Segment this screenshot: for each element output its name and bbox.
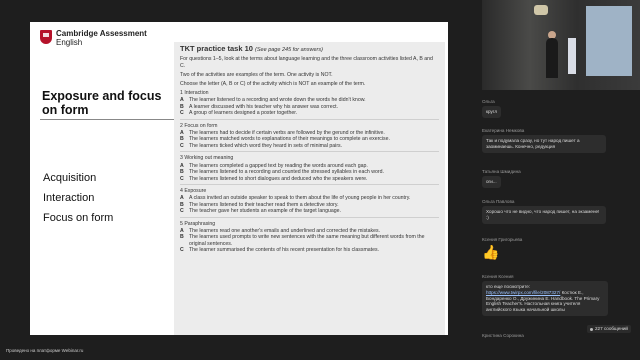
chat-message: Ольга кругл: [482, 99, 502, 118]
chat-message: Татьяна Шмидина оги...: [482, 169, 521, 188]
question-block: 1 Interaction A The learner listened to a…: [180, 90, 439, 117]
question-head: 5 Paraphrasing: [180, 220, 216, 227]
webinar-window: Cambridge Assessment English Exposure an…: [0, 0, 640, 360]
chevron-down-icon: [590, 327, 593, 331]
question-head: 4 Exposure: [180, 187, 207, 194]
question-head: 1 Interaction: [180, 90, 209, 97]
topic-item: Acquisition: [43, 172, 97, 184]
task-intro: Choose the letter (A, B or C) of the act…: [180, 80, 366, 87]
question-head: 3 Working out meaning: [180, 155, 234, 162]
title-divider: [40, 119, 177, 120]
slide-topic-list: Acquisition Interaction Focus on form: [43, 168, 113, 228]
message-text: Так и подумала сразу, но тут народ пишет…: [482, 135, 606, 153]
projector-screen: [586, 6, 632, 76]
topic-item: Focus on form: [43, 212, 114, 224]
ceiling-lamp: [534, 5, 548, 15]
tkt-practice-task: TKT practice task 10 (See page 245 for a…: [174, 42, 445, 335]
banner-stand: [568, 38, 576, 74]
task-title: TKT practice task 10 (See page 245 for a…: [180, 44, 323, 53]
logo-line-1: Cambridge Assessment: [56, 29, 147, 38]
question-block: 2 Focus on form A The learners had to dec…: [180, 123, 439, 150]
platform-footer: Проведено на платформе Webinar.ru: [6, 348, 84, 353]
message-link[interactable]: https://www.twirpx.com/file/2087327/: [486, 290, 560, 295]
logo-line-2: English: [56, 38, 83, 47]
chat-message: Кристина Сорокина: [482, 333, 524, 338]
question-block: 4 Exposure AA class invited an outside s…: [180, 188, 439, 215]
task-intro: For questions 1–5, look at the terms abo…: [180, 56, 433, 69]
speaker-video[interactable]: [482, 0, 640, 90]
message-author: Екатерина Немкова: [482, 128, 525, 133]
message-author: Ольга: [482, 99, 495, 104]
thumbs-up-icon: 👍: [482, 244, 500, 260]
divider: [180, 216, 439, 218]
option-row: B The learners used prompts to write new …: [180, 234, 425, 247]
message-text: кругл: [482, 106, 502, 118]
speaker-figure: [546, 38, 558, 78]
cambridge-logo: Cambridge Assessment English: [40, 29, 147, 47]
topic-item: Interaction: [43, 192, 95, 204]
chat-message: Ксения Ксения кто еще посмотрите: https:…: [482, 274, 608, 316]
task-intro: Two of the activities are examples of th…: [180, 71, 333, 78]
message-author: Кристина Сорокина: [482, 333, 524, 338]
divider: [180, 151, 439, 153]
chat-message: Екатерина Немкова Так и подумала сразу, …: [482, 128, 606, 153]
option-row: C The learners ticked which word they hea…: [180, 142, 343, 149]
message-author: Татьяна Шмидина: [482, 169, 521, 174]
divider: [180, 183, 439, 185]
message-author: Ольга Павлова: [482, 199, 515, 204]
message-author: Ксения Ксения: [482, 274, 514, 279]
question-block: 3 Working out meaning A The learners comp…: [180, 155, 439, 182]
option-row: C The teacher gave her students an exampl…: [180, 208, 341, 215]
chat-message: Ксения Григорьева 👍: [482, 237, 522, 260]
question-block: 5 Paraphrasing A The learners read one an…: [180, 221, 439, 254]
option-row: C The learner summarised the contents of …: [180, 247, 380, 254]
option-row: CA group of learners designed a poster t…: [180, 110, 298, 117]
question-head: 2 Focus on form: [180, 122, 218, 129]
slide-title: Exposure and focus on form: [42, 89, 162, 117]
message-text: оги...: [482, 176, 501, 188]
message-author: Ксения Григорьева: [482, 237, 523, 242]
cambridge-shield-icon: [40, 30, 52, 44]
message-text: Хорошо что не видно, что народ пишет, на…: [482, 206, 606, 224]
divider: [180, 118, 439, 120]
option-row: C The learners listened to short dialogue…: [180, 175, 368, 182]
message-text: кто еще посмотрите: https://www.twirpx.c…: [482, 281, 608, 316]
counter-label: 227 сообщений: [595, 326, 628, 331]
chat-panel[interactable]: Ольга кругл Екатерина Немкова Так и поду…: [482, 95, 640, 360]
presentation-slide: Cambridge Assessment English Exposure an…: [30, 22, 448, 335]
task-title-note: (See page 245 for answers): [255, 47, 323, 53]
chat-message: Ольга Павлова Хорошо что не видно, что н…: [482, 199, 606, 224]
new-messages-counter[interactable]: 227 сообщений: [587, 325, 631, 333]
